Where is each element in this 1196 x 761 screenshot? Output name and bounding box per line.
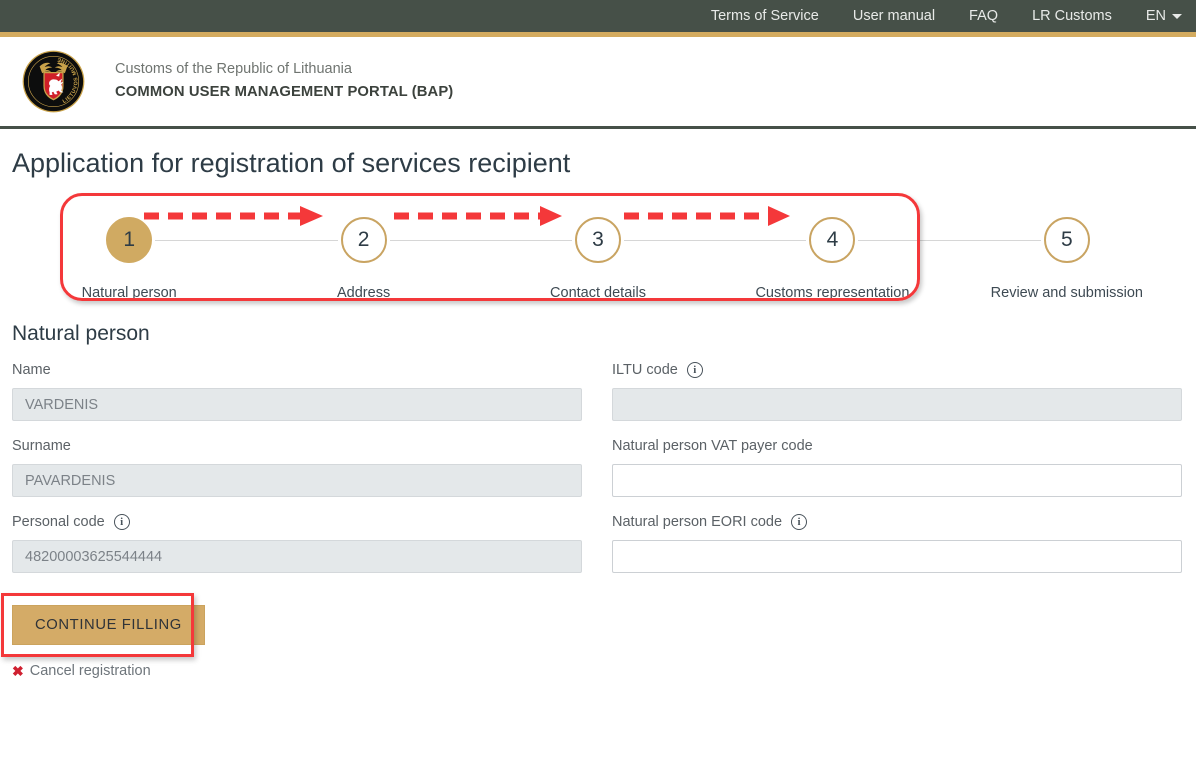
chevron-down-icon: [1172, 13, 1182, 19]
registration-stepper: 1 Natural person 2 Address 3 Contact det…: [0, 193, 1196, 308]
nav-link-faq[interactable]: FAQ: [969, 8, 998, 24]
field-iltu-code-label-text: ILTU code: [612, 362, 678, 378]
stepper-track: 1 Natural person 2 Address 3 Contact det…: [12, 217, 1184, 301]
header-divider: [0, 126, 1196, 129]
field-name: Name: [12, 360, 582, 421]
field-name-label: Name: [12, 360, 582, 380]
field-eori-code: Natural person EORI code i: [612, 512, 1182, 573]
stepper-step-3-label: Contact details: [550, 285, 646, 301]
top-navigation-bar: Terms of Service User manual FAQ LR Cust…: [0, 0, 1196, 32]
stepper-connector: [155, 240, 247, 241]
info-icon[interactable]: i: [791, 514, 808, 530]
language-selector[interactable]: EN: [1146, 8, 1182, 24]
stepper-step-3[interactable]: 3 Contact details: [480, 217, 716, 301]
form-actions: CONTINUE FILLING: [0, 593, 1196, 657]
field-vat-payer-code-label-text: Natural person VAT payer code: [612, 438, 813, 454]
brand-block: Customs of the Republic of Lithuania COM…: [115, 60, 453, 104]
field-iltu-code-label: ILTU code i: [612, 360, 1182, 380]
field-personal-code: Personal code i: [12, 512, 582, 573]
cancel-registration-link[interactable]: Cancel registration: [30, 663, 151, 679]
stepper-step-5-circle[interactable]: 5: [1043, 217, 1090, 263]
organization-name: Customs of the Republic of Lithuania: [115, 60, 352, 77]
form-column-left: Name Surname Personal code i: [12, 360, 582, 588]
stepper-step-4-label: Customs representation: [755, 285, 910, 301]
field-surname: Surname: [12, 436, 582, 497]
natural-person-form: Name Surname Personal code i ILTU code i: [0, 360, 1196, 588]
stepper-connector: [715, 240, 807, 241]
nav-link-user-manual[interactable]: User manual: [853, 8, 935, 24]
field-eori-code-label-text: Natural person EORI code: [612, 514, 783, 530]
portal-name: COMMON USER MANAGEMENT PORTAL (BAP): [115, 84, 454, 101]
eori-code-input[interactable]: [612, 540, 1182, 573]
language-selector-label: EN: [1145, 8, 1166, 24]
stepper-step-1-circle[interactable]: 1: [106, 217, 153, 263]
stepper-step-1-label: Natural person: [81, 285, 177, 301]
stepper-connector: [949, 240, 1041, 241]
name-input: [12, 388, 582, 421]
info-icon[interactable]: i: [113, 514, 130, 530]
stepper-connector: [858, 240, 950, 241]
vat-payer-code-input[interactable]: [612, 464, 1182, 497]
stepper-connector: [389, 240, 481, 241]
form-column-right: ILTU code i Natural person VAT payer cod…: [612, 360, 1182, 588]
stepper-step-5[interactable]: 5 Review and submission: [949, 217, 1184, 301]
cancel-registration-row[interactable]: ✖ Cancel registration: [0, 663, 1196, 679]
personal-code-input: [12, 540, 582, 573]
page-title: Application for registration of services…: [12, 148, 571, 178]
stepper-step-2-circle[interactable]: 2: [340, 217, 387, 263]
field-personal-code-label-text: Personal code: [12, 514, 105, 530]
nav-link-terms-of-service[interactable]: Terms of Service: [711, 8, 819, 24]
section-title: Natural person: [12, 322, 150, 345]
field-iltu-code: ILTU code i: [612, 360, 1182, 421]
stepper-step-2[interactable]: 2 Address: [246, 217, 481, 301]
field-surname-label-text: Surname: [12, 438, 71, 454]
stepper-connector: [480, 240, 573, 241]
info-icon[interactable]: i: [686, 362, 703, 378]
stepper-connector: [246, 240, 338, 241]
field-vat-payer-code-label: Natural person VAT payer code: [612, 436, 1182, 456]
continue-filling-button[interactable]: CONTINUE FILLING: [12, 605, 205, 645]
lithuanian-customs-logo-icon: LIETUVOS MUITINĖ: [22, 50, 85, 113]
field-personal-code-label: Personal code i: [12, 512, 582, 532]
stepper-step-3-circle[interactable]: 3: [575, 217, 622, 263]
field-eori-code-label: Natural person EORI code i: [612, 512, 1182, 532]
stepper-step-4[interactable]: 4 Customs representation: [715, 217, 950, 301]
iltu-code-input: [612, 388, 1182, 421]
field-surname-label: Surname: [12, 436, 582, 456]
field-vat-payer-code: Natural person VAT payer code: [612, 436, 1182, 497]
stepper-step-5-label: Review and submission: [990, 285, 1143, 301]
close-icon: ✖: [12, 663, 24, 679]
stepper-connector: [624, 240, 716, 241]
surname-input: [12, 464, 582, 497]
stepper-step-2-label: Address: [337, 285, 391, 301]
nav-link-lr-customs[interactable]: LR Customs: [1032, 8, 1112, 24]
field-name-label-text: Name: [12, 362, 51, 378]
stepper-step-1[interactable]: 1 Natural person: [12, 217, 247, 301]
site-header: LIETUVOS MUITINĖ Customs of the Republic…: [0, 37, 1196, 126]
stepper-step-4-circle[interactable]: 4: [809, 217, 856, 263]
